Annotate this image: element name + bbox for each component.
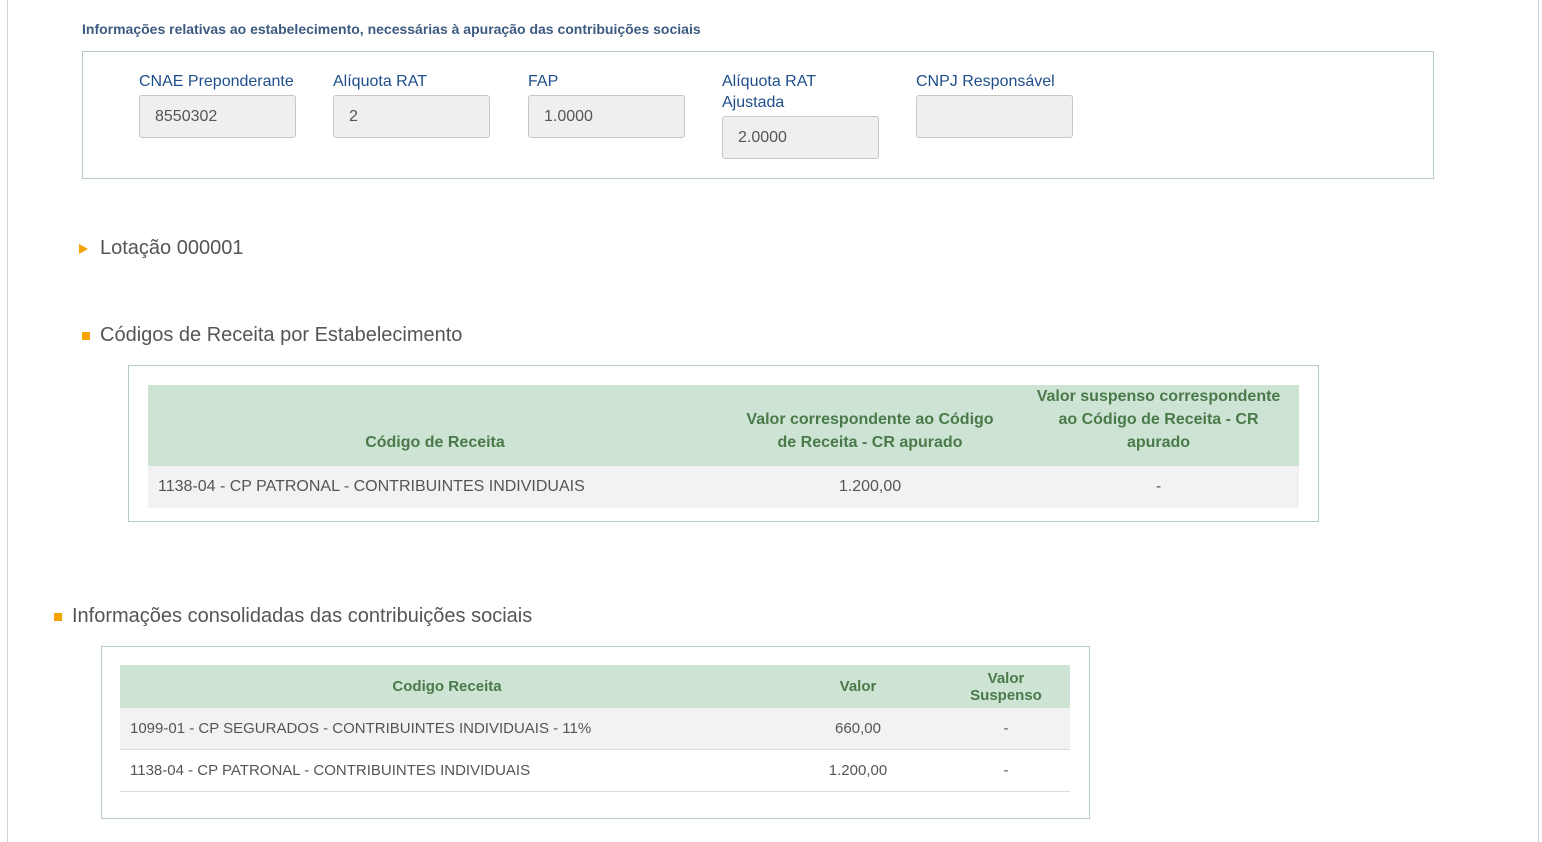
- codigos-estab-table: Código de Receita Valor correspondente a…: [148, 385, 1299, 508]
- codigos-estab-box: Código de Receita Valor correspondente a…: [128, 365, 1319, 522]
- codigos-estab-heading: Códigos de Receita por Estabelecimento: [82, 324, 462, 347]
- aliquota-rat-input[interactable]: 2: [333, 95, 490, 138]
- lotacao-toggle[interactable]: Lotação 000001: [79, 237, 243, 260]
- aliquota-rat-ajustada-label: Alíquota RAT Ajustada: [722, 73, 816, 111]
- field-aliquota-rat: Alíquota RAT 2: [333, 71, 493, 138]
- table-row: 1099-01 - CP SEGURADOS - CONTRIBUINTES I…: [120, 708, 1070, 750]
- cell-valor-suspenso: -: [1018, 466, 1299, 508]
- cnae-label: CNAE Preponderante: [139, 73, 294, 90]
- field-fap: FAP 1.0000: [528, 71, 688, 138]
- table-row: 1138-04 - CP PATRONAL - CONTRIBUINTES IN…: [148, 466, 1299, 508]
- cell-valor-suspenso: -: [942, 708, 1070, 750]
- header-codigo-receita: Codigo Receita: [120, 665, 774, 708]
- fap-input[interactable]: 1.0000: [528, 95, 685, 138]
- cnpj-responsavel-input[interactable]: [916, 95, 1073, 138]
- cell-valor-suspenso: -: [942, 749, 1070, 792]
- header-codigo-receita: Código de Receita: [148, 385, 722, 466]
- cell-valor: 1.200,00: [774, 749, 942, 792]
- cell-codigo: 1138-04 - CP PATRONAL - CONTRIBUINTES IN…: [148, 466, 722, 508]
- table-row: 1138-04 - CP PATRONAL - CONTRIBUINTES IN…: [120, 749, 1070, 792]
- field-cnpj-responsavel: CNPJ Responsável: [916, 71, 1076, 138]
- expand-triangle-icon: [79, 243, 88, 254]
- aliquota-rat-ajustada-input[interactable]: 2.0000: [722, 116, 879, 159]
- consolidadas-box: Codigo Receita Valor Valor Suspenso 1099…: [101, 646, 1090, 819]
- aliquota-rat-label: Alíquota RAT: [333, 73, 427, 90]
- header-valor-suspenso: Valor Suspenso: [942, 665, 1070, 708]
- header-valor-cr: Valor correspondente ao Código de Receit…: [722, 385, 1018, 466]
- consolidadas-title: Informações consolidadas das contribuiçõ…: [72, 605, 533, 627]
- estabelecimento-fields-box: CNAE Preponderante 8550302 Alíquota RAT …: [82, 51, 1434, 179]
- bullet-square-icon: [82, 331, 90, 340]
- cell-codigo: 1138-04 - CP PATRONAL - CONTRIBUINTES IN…: [120, 749, 774, 792]
- header-valor-suspenso-cr: Valor suspenso correspondente ao Código …: [1018, 385, 1299, 466]
- estabelecimento-caption: Informações relativas ao estabelecimento…: [82, 21, 701, 37]
- consolidadas-table: Codigo Receita Valor Valor Suspenso 1099…: [120, 665, 1070, 792]
- cnae-input[interactable]: 8550302: [139, 95, 296, 138]
- fap-label: FAP: [528, 73, 559, 90]
- field-cnae: CNAE Preponderante 8550302: [139, 71, 299, 138]
- cnpj-responsavel-label: CNPJ Responsável: [916, 73, 1055, 90]
- header-valor: Valor: [774, 665, 942, 708]
- cell-valor: 1.200,00: [722, 466, 1018, 508]
- cell-codigo: 1099-01 - CP SEGURADOS - CONTRIBUINTES I…: [120, 708, 774, 750]
- lotacao-title: Lotação 000001: [100, 237, 244, 259]
- consolidadas-heading: Informações consolidadas das contribuiçõ…: [54, 605, 532, 628]
- cell-valor: 660,00: [774, 708, 942, 750]
- bullet-square-icon: [54, 612, 62, 621]
- field-aliquota-rat-ajustada: Alíquota RAT Ajustada 2.0000: [722, 71, 879, 159]
- codigos-estab-title: Códigos de Receita por Estabelecimento: [100, 324, 463, 346]
